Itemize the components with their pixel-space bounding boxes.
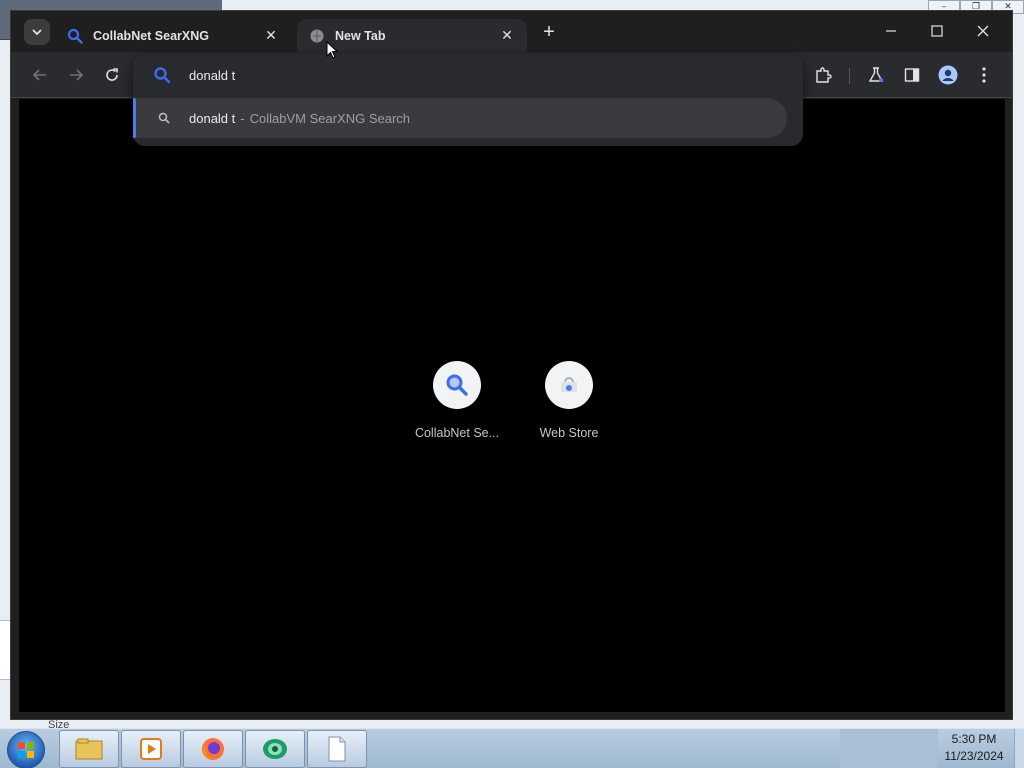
toolbar-divider	[849, 68, 850, 84]
browser-icon	[263, 739, 287, 759]
firefox-icon	[202, 738, 224, 760]
tab-title: CollabNet SearXNG	[93, 28, 210, 43]
omnibox-suggestion[interactable]: donald t - CollabVM SearXNG Search	[133, 98, 787, 138]
clock-time: 5:30 PM	[951, 732, 997, 746]
media-player-icon	[140, 738, 162, 760]
search-icon	[446, 374, 468, 396]
shortcut-label: Web Store	[539, 426, 599, 440]
tab-collabnet-searxng[interactable]: CollabNet SearXNG ✕	[55, 19, 291, 52]
globe-icon	[309, 28, 325, 44]
new-tab-page: CollabNet Se... Web Store	[19, 99, 1005, 712]
taskbar-firefox[interactable]	[183, 730, 243, 768]
shortcut-icon-circle	[545, 361, 593, 409]
reload-icon	[106, 68, 118, 81]
mouse-cursor-icon	[326, 41, 338, 59]
reload-button[interactable]	[100, 63, 124, 87]
suggestion-separator: -	[240, 110, 245, 126]
back-arrow-icon	[32, 69, 46, 81]
profile-icon	[938, 65, 958, 85]
back-button[interactable]	[28, 63, 52, 87]
menu-dots-icon	[982, 67, 986, 83]
notification-area	[840, 729, 938, 768]
windows-logo-icon	[18, 742, 34, 758]
side-panel-icon	[904, 68, 920, 82]
minimize-icon	[886, 30, 896, 32]
extensions-icon	[816, 67, 832, 83]
close-icon	[977, 25, 989, 37]
omnibox-popup: donald t - CollabVM SearXNG Search	[133, 54, 803, 146]
tab-close-icon[interactable]: ✕	[263, 27, 279, 44]
extensions-button[interactable]	[811, 63, 835, 87]
tab-search-button[interactable]	[24, 19, 50, 45]
show-desktop-button[interactable]	[1014, 729, 1024, 768]
labs-button[interactable]	[864, 63, 888, 87]
tab-title: New Tab	[335, 28, 386, 43]
menu-button[interactable]	[972, 63, 996, 87]
search-icon	[153, 66, 171, 84]
forward-arrow-icon	[70, 69, 84, 81]
maximize-button[interactable]	[915, 17, 959, 45]
taskbar-clock[interactable]: 5:30 PM 11/23/2024	[938, 731, 1010, 765]
file-explorer-icon	[75, 738, 103, 760]
tab-close-icon[interactable]: ✕	[499, 27, 515, 44]
start-button[interactable]	[7, 731, 45, 768]
clock-date: 11/23/2024	[944, 749, 1004, 763]
browser-window: CollabNet SearXNG ✕ New Tab ✕ + CollabNe…	[10, 10, 1013, 720]
search-icon	[157, 111, 171, 125]
notepad-icon	[328, 736, 346, 762]
suggestion-query: donald t	[189, 110, 236, 126]
side-panel-button[interactable]	[900, 63, 924, 87]
web-store-icon	[561, 377, 577, 392]
new-tab-button[interactable]: +	[537, 21, 561, 45]
labs-flask-icon	[868, 67, 884, 82]
shortcut-tile-collabnet[interactable]: CollabNet Se...	[401, 361, 513, 440]
taskbar: 5:30 PM 11/23/2024	[0, 728, 1024, 768]
shortcut-label: CollabNet Se...	[414, 426, 500, 440]
search-icon	[67, 28, 83, 44]
minimize-button[interactable]	[869, 17, 913, 45]
profile-button[interactable]	[936, 63, 960, 87]
taskbar-browser[interactable]	[245, 730, 305, 768]
plus-icon: +	[543, 21, 555, 43]
tab-strip: CollabNet SearXNG ✕ New Tab ✕ +	[11, 11, 1012, 52]
taskbar-media-player[interactable]	[121, 730, 181, 768]
taskbar-file-explorer[interactable]	[59, 730, 119, 768]
forward-button[interactable]	[64, 63, 88, 87]
suggestion-highlight-bar	[133, 98, 136, 138]
maximize-icon	[931, 25, 943, 37]
background-panel-stripe	[0, 620, 10, 680]
shortcut-tile-web-store[interactable]: Web Store	[513, 361, 625, 440]
suggestion-provider: CollabVM SearXNG Search	[249, 110, 411, 126]
chevron-down-icon	[32, 26, 42, 38]
address-bar-input[interactable]	[189, 65, 749, 85]
taskbar-notepad[interactable]	[307, 730, 367, 768]
close-window-button[interactable]	[961, 17, 1005, 45]
shortcut-icon-circle	[433, 361, 481, 409]
